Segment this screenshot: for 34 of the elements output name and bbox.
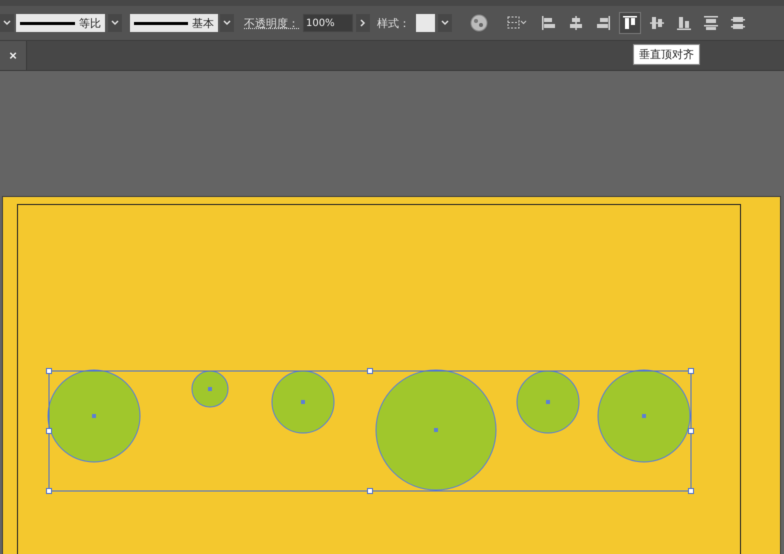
style-swatch[interactable] <box>416 14 435 32</box>
stroke-profile-dropdown[interactable]: 等比 <box>16 14 105 32</box>
opacity-field[interactable]: 100% <box>303 14 353 32</box>
chevron-down-icon <box>111 20 119 26</box>
circle-shape <box>272 370 334 434</box>
brush-dropdown[interactable]: 基本 <box>130 14 218 32</box>
dropdown-button[interactable] <box>220 14 234 32</box>
align-icon <box>648 14 666 32</box>
align-icon <box>621 14 639 32</box>
dropdown-button[interactable] <box>108 14 122 32</box>
chevron-down-icon <box>441 20 449 26</box>
chevron-right-icon <box>360 19 366 27</box>
dropdown-button[interactable] <box>0 14 14 32</box>
chevron-down-icon <box>3 20 11 26</box>
chevron-down-icon <box>223 20 231 26</box>
dropdown-button[interactable] <box>438 14 452 32</box>
opacity-label[interactable]: 不透明度： <box>244 16 299 30</box>
align-icon <box>567 14 585 32</box>
opacity-arrow-button[interactable] <box>356 14 370 32</box>
color-wheel-icon <box>470 14 488 32</box>
align-icon <box>702 14 720 32</box>
align-icon <box>729 14 747 32</box>
selection-box[interactable] <box>46 368 694 494</box>
align-icon <box>594 14 612 32</box>
circle-shape <box>192 370 228 408</box>
style-label: 样式： <box>377 16 410 30</box>
align-button[interactable] <box>619 12 641 34</box>
tooltip: 垂直顶对齐 <box>633 44 700 65</box>
dotted-grid-icon <box>507 16 527 30</box>
align-icon <box>675 14 693 32</box>
circle-shape <box>516 370 580 434</box>
close-button[interactable]: × <box>9 48 17 63</box>
recolor-button[interactable] <box>468 12 490 34</box>
align-icon <box>540 14 558 32</box>
